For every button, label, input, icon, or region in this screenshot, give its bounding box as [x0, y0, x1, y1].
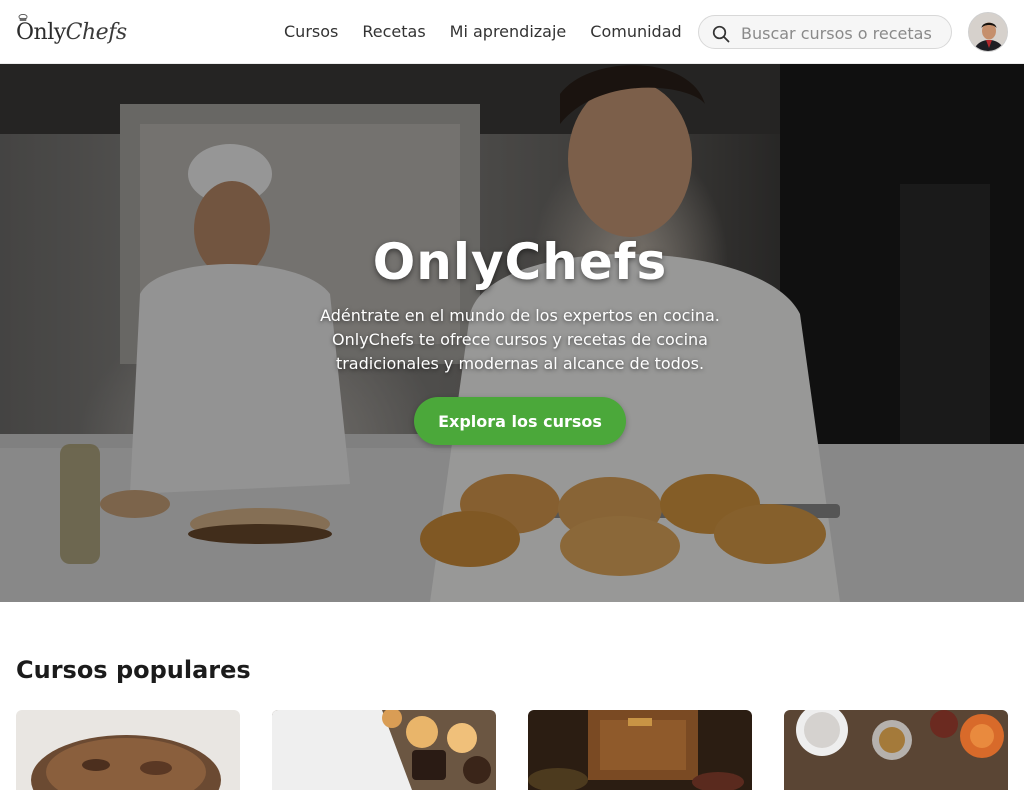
course-thumbnail-cookies-pastries: [272, 710, 496, 790]
hero-title: OnlyChefs: [372, 233, 668, 291]
section-title-popular: Cursos populares: [16, 656, 251, 684]
course-card[interactable]: [784, 710, 1008, 790]
onlychefs-logo[interactable]: OnlyChefs: [16, 14, 127, 50]
main-nav: Cursos Recetas Mi aprendizaje Comunidad: [284, 20, 706, 44]
nav-link-cursos[interactable]: Cursos: [284, 20, 338, 44]
course-thumbnail-pie-dessert: [16, 710, 240, 790]
nav-link-comunidad[interactable]: Comunidad: [590, 20, 681, 44]
search-icon: [712, 25, 730, 43]
nav-link-mi-aprendizaje[interactable]: Mi aprendizaje: [450, 20, 567, 44]
search-input[interactable]: [739, 20, 949, 46]
explore-courses-button[interactable]: Explora los cursos: [414, 397, 626, 445]
hero-banner: OnlyChefs Adéntrate en el mundo de los e…: [0, 64, 1024, 602]
hero-subtitle: Adéntrate en el mundo de los expertos en…: [320, 306, 720, 373]
logo-wordmark: OnlyChefs: [16, 20, 127, 45]
course-thumbnail-rustic-kitchen: [528, 710, 752, 790]
top-navbar: OnlyChefs Cursos Recetas Mi aprendizaje …: [0, 0, 1024, 64]
course-card[interactable]: [528, 710, 752, 790]
user-avatar-icon: [969, 13, 1007, 51]
user-avatar[interactable]: [968, 12, 1008, 52]
hero-content: OnlyChefs Adéntrate en el mundo de los e…: [0, 64, 1024, 602]
search-box: [698, 15, 952, 49]
nav-link-recetas[interactable]: Recetas: [362, 20, 425, 44]
course-thumbnail-tea-and-spices: [784, 710, 1008, 790]
course-card[interactable]: [16, 710, 240, 790]
course-card[interactable]: [272, 710, 496, 790]
